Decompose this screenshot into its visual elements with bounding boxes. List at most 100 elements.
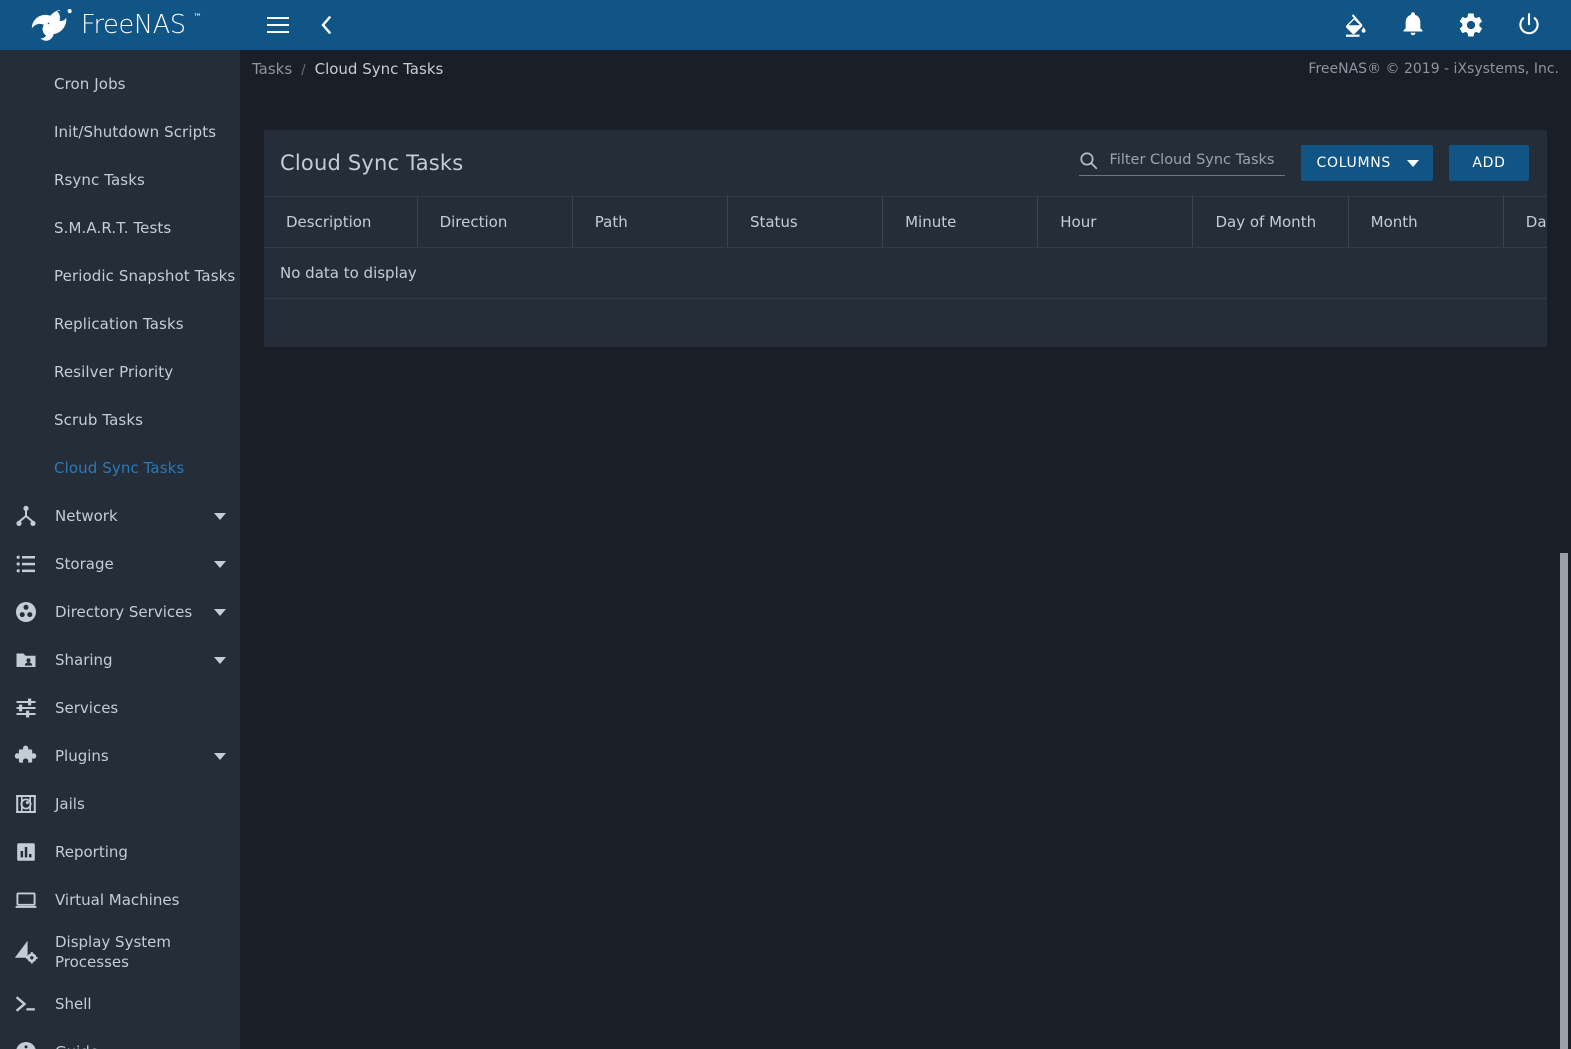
shell-icon	[13, 991, 39, 1017]
sidebar-item-sharing[interactable]: Sharing	[0, 636, 240, 684]
sidebar-nav-list: Cron Jobs Init/Shutdown Scripts Rsync Ta…	[0, 50, 240, 1049]
sidebar-sub-label: Cloud Sync Tasks	[54, 459, 185, 477]
chevron-down-icon[interactable]	[214, 608, 226, 616]
chevron-down-icon[interactable]	[214, 560, 226, 568]
breadcrumb: Tasks / Cloud Sync Tasks	[252, 60, 443, 78]
settings-button[interactable]	[1455, 9, 1487, 41]
sidebar-item-network[interactable]: Network	[0, 492, 240, 540]
brand-logo[interactable]: R FreeNAS ™	[0, 0, 240, 50]
table-footer-spacer-row	[264, 299, 1547, 347]
virtual-machines-icon	[13, 887, 39, 913]
sidebar-item-display-system-processes[interactable]: Display System Processes	[0, 924, 240, 980]
sidebar-item-directory-services[interactable]: Directory Services	[0, 588, 240, 636]
add-button-label: ADD	[1472, 155, 1506, 171]
svg-text:™: ™	[193, 13, 202, 23]
column-header-day-of-week[interactable]: Day of Week	[1503, 196, 1547, 248]
sidebar-sub-label: Periodic Snapshot Tasks	[54, 267, 236, 285]
sidebar-scrollbar-thumb[interactable]	[1560, 553, 1568, 1049]
sidebar-item-label: Shell	[55, 994, 92, 1013]
tasks-table-wrapper: Description Direction Path Status Minute…	[264, 196, 1547, 347]
sidebar-item-label: Guide	[55, 1042, 226, 1049]
filter-search-box[interactable]	[1078, 151, 1285, 176]
power-icon	[1519, 13, 1539, 35]
bell-icon	[1403, 12, 1423, 36]
column-header-minute[interactable]: Minute	[882, 196, 1039, 248]
sidebar-item-label: Reporting	[55, 842, 128, 861]
sidebar-item-jails[interactable]: Jails	[0, 780, 240, 828]
sidebar-item-init-shutdown-scripts[interactable]: Init/Shutdown Scripts	[0, 108, 240, 156]
sidebar-item-smart-tests[interactable]: S.M.A.R.T. Tests	[0, 204, 240, 252]
sidebar-item-rsync-tasks[interactable]: Rsync Tasks	[0, 156, 240, 204]
freenas-shark-logo-icon: R	[31, 9, 72, 41]
collapse-sidebar-button[interactable]	[310, 9, 342, 41]
jails-icon	[13, 791, 39, 817]
column-header-hour[interactable]: Hour	[1037, 196, 1194, 248]
sidebar-item-virtual-machines[interactable]: Virtual Machines	[0, 876, 240, 924]
cloud-sync-tasks-card: Cloud Sync Tasks COLUMNS ADD	[264, 130, 1547, 347]
column-header-day-of-month[interactable]: Day of Month	[1192, 196, 1349, 248]
column-header-path[interactable]: Path	[572, 196, 728, 248]
chevron-down-icon	[1407, 159, 1419, 167]
sidebar-sub-label: Cron Jobs	[54, 75, 126, 93]
chevron-down-icon[interactable]	[214, 656, 226, 664]
menu-toggle-button[interactable]	[262, 9, 294, 41]
sidebar-item-label: Network	[55, 506, 118, 525]
breadcrumb-current: Cloud Sync Tasks	[314, 60, 444, 78]
sidebar: Cron Jobs Init/Shutdown Scripts Rsync Ta…	[0, 50, 240, 1049]
sidebar-item-scrub-tasks[interactable]: Scrub Tasks	[0, 396, 240, 444]
sidebar-item-cron-jobs[interactable]: Cron Jobs	[0, 60, 240, 108]
sidebar-sub-label: Resilver Priority	[54, 363, 174, 381]
sidebar-item-plugins[interactable]: Plugins	[0, 732, 240, 780]
chevron-down-icon[interactable]	[214, 752, 226, 760]
sidebar-item-shell[interactable]: Shell	[0, 980, 240, 1028]
breadcrumb-separator: /	[301, 63, 306, 78]
search-input[interactable]	[1109, 152, 1285, 168]
empty-state-row: No data to display	[264, 247, 1547, 299]
sidebar-sub-label: Init/Shutdown Scripts	[54, 123, 217, 141]
paint-bucket-icon	[1345, 14, 1366, 37]
page-title: Cloud Sync Tasks	[280, 151, 464, 175]
freenas-wordmark: FreeNAS ™	[81, 10, 202, 40]
sidebar-item-label: Jails	[55, 794, 85, 813]
svg-text:FreeNAS: FreeNAS	[81, 10, 186, 40]
column-header-status[interactable]: Status	[727, 196, 884, 248]
table-footer-spacer	[264, 299, 1547, 347]
chevron-left-icon	[321, 15, 332, 35]
sharing-icon	[13, 647, 39, 673]
notifications-button[interactable]	[1397, 9, 1429, 41]
theme-button[interactable]	[1339, 9, 1371, 41]
copyright-text: FreeNAS® © 2019 - iXsystems, Inc.	[1308, 61, 1559, 77]
guide-info-icon	[13, 1039, 39, 1049]
sidebar-scrollbar[interactable]	[1560, 50, 1568, 1049]
add-button[interactable]: ADD	[1449, 145, 1529, 181]
sidebar-item-label: Services	[55, 698, 119, 717]
breadcrumb-parent[interactable]: Tasks	[252, 60, 292, 78]
sidebar-item-label: Storage	[55, 554, 114, 573]
top-bar: R FreeNAS ™	[0, 0, 1571, 50]
hamburger-icon	[267, 17, 289, 33]
sidebar-item-periodic-snapshot-tasks[interactable]: Periodic Snapshot Tasks	[0, 252, 240, 300]
sidebar-item-guide[interactable]: Guide	[0, 1028, 240, 1049]
column-header-month[interactable]: Month	[1348, 196, 1504, 248]
reporting-icon	[13, 839, 39, 865]
sidebar-sub-label: Rsync Tasks	[54, 171, 145, 189]
sidebar-item-resilver-priority[interactable]: Resilver Priority	[0, 348, 240, 396]
sidebar-item-label: Virtual Machines	[55, 890, 180, 909]
table-body: No data to display	[264, 247, 1547, 347]
sidebar-item-storage[interactable]: Storage	[0, 540, 240, 588]
sidebar-sub-label: Scrub Tasks	[54, 411, 144, 429]
sidebar-item-reporting[interactable]: Reporting	[0, 828, 240, 876]
columns-button[interactable]: COLUMNS	[1300, 145, 1433, 181]
column-header-direction[interactable]: Direction	[417, 196, 573, 248]
sidebar-item-replication-tasks[interactable]: Replication Tasks	[0, 300, 240, 348]
storage-icon	[13, 551, 39, 577]
empty-state-message: No data to display	[264, 247, 1547, 299]
sidebar-item-services[interactable]: Services	[0, 684, 240, 732]
sidebar-item-label: Sharing	[55, 650, 113, 669]
columns-button-label: COLUMNS	[1316, 155, 1391, 171]
plugins-icon	[13, 743, 39, 769]
sidebar-item-cloud-sync-tasks[interactable]: Cloud Sync Tasks	[0, 444, 240, 492]
column-header-description[interactable]: Description	[264, 196, 418, 248]
chevron-down-icon[interactable]	[214, 512, 226, 520]
power-button[interactable]	[1513, 9, 1545, 41]
